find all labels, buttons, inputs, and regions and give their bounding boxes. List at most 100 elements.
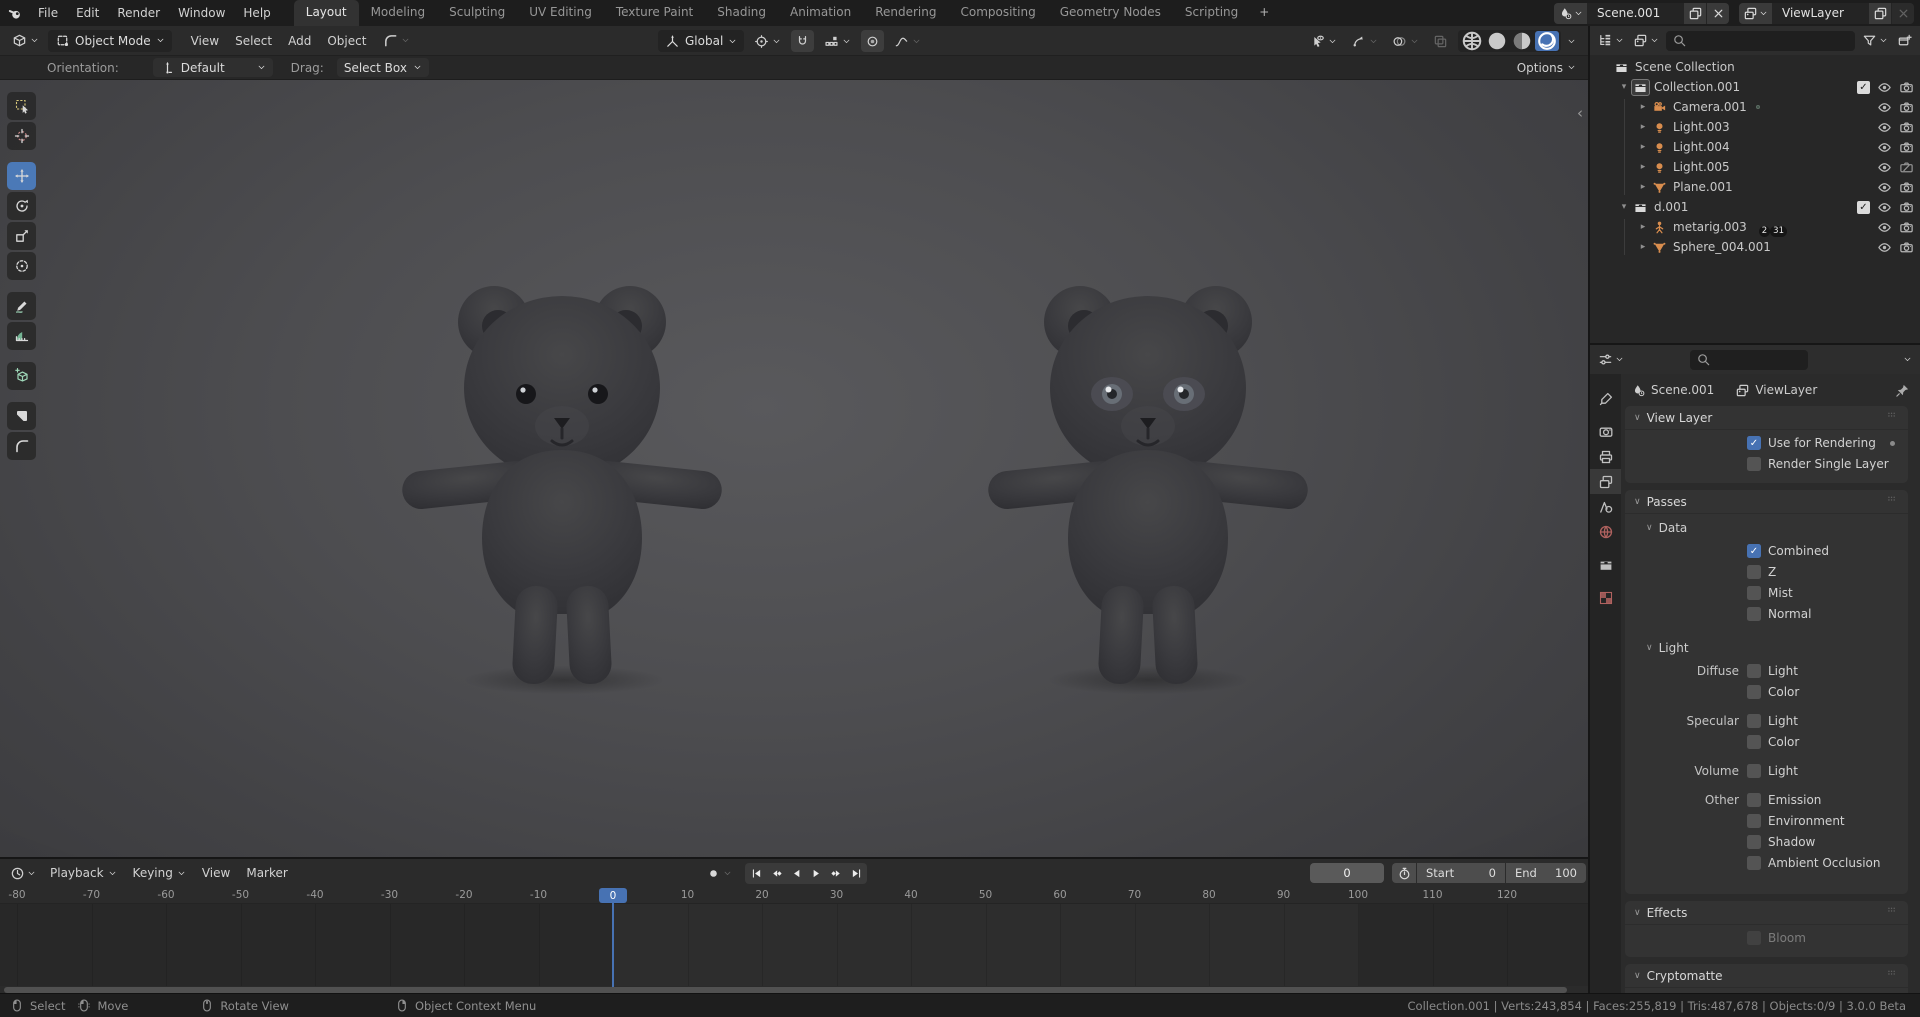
- viewport-menu-add[interactable]: Add: [280, 30, 319, 52]
- tool-scale[interactable]: [7, 222, 36, 250]
- checkbox-color[interactable]: [1747, 685, 1761, 699]
- menu-render[interactable]: Render: [108, 2, 169, 24]
- viewport-menu-object[interactable]: Object: [319, 30, 374, 52]
- view-layer-remove-button[interactable]: [1892, 2, 1914, 24]
- play-button[interactable]: [806, 864, 826, 883]
- menu-edit[interactable]: Edit: [67, 2, 108, 24]
- jump-start-button[interactable]: [746, 864, 766, 883]
- timeline-menu-keying[interactable]: Keying: [125, 862, 194, 884]
- drag-dropdown[interactable]: Select Box: [336, 58, 429, 77]
- view-layer-name[interactable]: ViewLayer: [1772, 3, 1868, 24]
- outliner-row[interactable]: ▸ Camera.001: [1590, 97, 1920, 117]
- disclosure-closed-icon[interactable]: ▸: [1636, 182, 1650, 192]
- orientation-dropdown[interactable]: Default: [152, 58, 273, 77]
- sidebar-collapse-arrow[interactable]: ‹: [1577, 106, 1583, 121]
- checkbox-bloom[interactable]: [1747, 931, 1761, 945]
- eye-icon[interactable]: [1877, 100, 1892, 115]
- render-visibility-icon[interactable]: [1899, 220, 1914, 235]
- checkbox-render-single-layer[interactable]: [1747, 457, 1761, 471]
- checkbox-light[interactable]: [1747, 764, 1761, 778]
- timeline-ruler[interactable]: -80 -70 -60 -50 -40 -30 -20 -10 10 20 30 40 50 60 70 80…: [0, 887, 1588, 904]
- shading-solid-button[interactable]: [1485, 31, 1509, 51]
- new-collection-button[interactable]: [1895, 33, 1914, 48]
- eye-icon[interactable]: [1877, 200, 1892, 215]
- shading-dropdown-chevron-icon[interactable]: [1567, 37, 1576, 46]
- timeline-menu-marker[interactable]: Marker: [238, 862, 295, 884]
- scene-browse-button[interactable]: [1554, 2, 1587, 24]
- properties-editor-type-button[interactable]: [1596, 352, 1626, 367]
- properties-search[interactable]: [1690, 349, 1808, 370]
- render-visibility-icon[interactable]: [1899, 240, 1914, 255]
- outliner-editor-type-button[interactable]: [1596, 33, 1626, 48]
- render-visibility-icon[interactable]: [1899, 140, 1914, 155]
- tool-select-box[interactable]: [7, 92, 36, 120]
- mode-options-dropdown[interactable]: [379, 30, 414, 52]
- render-visibility-icon[interactable]: [1899, 160, 1914, 175]
- outliner-row[interactable]: ▸ Plane.001: [1590, 177, 1920, 197]
- use-preview-range-button[interactable]: [1392, 863, 1416, 883]
- drag-grip-icon[interactable]: [1885, 904, 1899, 921]
- eye-icon[interactable]: [1877, 180, 1892, 195]
- outliner-row[interactable]: ▸ Light.003: [1590, 117, 1920, 137]
- tool-add-cube[interactable]: [7, 362, 36, 390]
- panel-header-light[interactable]: ∨ Light: [1625, 637, 1908, 659]
- transform-orientation-dropdown[interactable]: Global: [658, 30, 745, 52]
- xray-toggle[interactable]: [1429, 30, 1452, 52]
- drag-grip-icon[interactable]: [1885, 409, 1899, 426]
- jump-end-button[interactable]: [846, 864, 866, 883]
- disclosure-closed-icon[interactable]: ▸: [1636, 142, 1650, 152]
- properties-tab-render[interactable]: [1590, 419, 1621, 444]
- workspace-tab-sculpting[interactable]: Sculpting: [437, 0, 517, 26]
- workspace-tab-animation[interactable]: Animation: [778, 0, 863, 26]
- tool-cursor[interactable]: [7, 122, 36, 150]
- tool-measure[interactable]: [7, 322, 36, 350]
- outliner-row[interactable]: ▾ d.001 ✓: [1590, 197, 1920, 217]
- workspace-tab-texture-paint[interactable]: Texture Paint: [604, 0, 705, 26]
- render-visibility-icon[interactable]: [1899, 200, 1914, 215]
- add-workspace-button[interactable]: +: [1250, 0, 1278, 26]
- proportional-falloff-dropdown[interactable]: [890, 30, 925, 52]
- gizmos-dropdown[interactable]: [1347, 30, 1382, 52]
- eye-icon[interactable]: [1877, 220, 1892, 235]
- outliner-search-input[interactable]: [1692, 32, 1849, 49]
- outliner-row[interactable]: ▸ Sphere_004.001: [1590, 237, 1920, 257]
- outliner-row[interactable]: ▸ metarig.003 2 31: [1590, 217, 1920, 237]
- properties-tab-tool[interactable]: [1590, 386, 1621, 411]
- eye-icon[interactable]: [1877, 140, 1892, 155]
- tool-annotate[interactable]: [7, 292, 36, 320]
- timeline-editor-type-button[interactable]: [8, 866, 38, 881]
- shading-wireframe-button[interactable]: [1460, 31, 1484, 51]
- menu-file[interactable]: File: [29, 2, 67, 24]
- checkbox-use-for-rendering[interactable]: ✓: [1747, 436, 1761, 450]
- current-frame-field[interactable]: 0: [1310, 863, 1384, 883]
- drag-grip-icon[interactable]: [1885, 493, 1899, 510]
- checkbox-z[interactable]: [1747, 565, 1761, 579]
- snap-settings-dropdown[interactable]: [820, 30, 855, 52]
- workspace-tab-rendering[interactable]: Rendering: [863, 0, 948, 26]
- mode-selector[interactable]: Object Mode: [48, 29, 172, 52]
- render-visibility-icon[interactable]: [1899, 80, 1914, 95]
- play-back-button[interactable]: [786, 864, 806, 883]
- checkbox-environment[interactable]: [1747, 814, 1761, 828]
- scene-name[interactable]: Scene.001: [1587, 3, 1683, 24]
- workspace-tab-uv-editing[interactable]: UV Editing: [517, 0, 604, 26]
- render-visibility-icon[interactable]: [1899, 120, 1914, 135]
- workspace-tab-modeling[interactable]: Modeling: [359, 0, 438, 26]
- auto-keying-toggle[interactable]: [706, 866, 732, 881]
- outliner-search[interactable]: [1666, 30, 1855, 51]
- snap-toggle[interactable]: [791, 30, 815, 52]
- properties-options-chevron-icon[interactable]: [1903, 355, 1912, 364]
- menu-window[interactable]: Window: [169, 2, 234, 24]
- blender-logo-icon[interactable]: [8, 6, 23, 21]
- workspace-tab-layout[interactable]: Layout: [293, 0, 359, 26]
- disclosure-open-icon[interactable]: ▾: [1617, 202, 1631, 212]
- workspace-tab-geometry-nodes[interactable]: Geometry Nodes: [1048, 0, 1173, 26]
- pivot-point-dropdown[interactable]: [750, 30, 785, 52]
- timeline-tracks[interactable]: [0, 904, 1588, 986]
- view-layer-browse-button[interactable]: [1739, 2, 1772, 24]
- disclosure-open-icon[interactable]: ▾: [1617, 82, 1631, 92]
- tool-rotate[interactable]: [7, 192, 36, 220]
- panel-header-cryptomatte[interactable]: ∨ Cryptomatte: [1625, 964, 1908, 987]
- disclosure-closed-icon[interactable]: ▸: [1636, 242, 1650, 252]
- tool-move[interactable]: [7, 162, 36, 190]
